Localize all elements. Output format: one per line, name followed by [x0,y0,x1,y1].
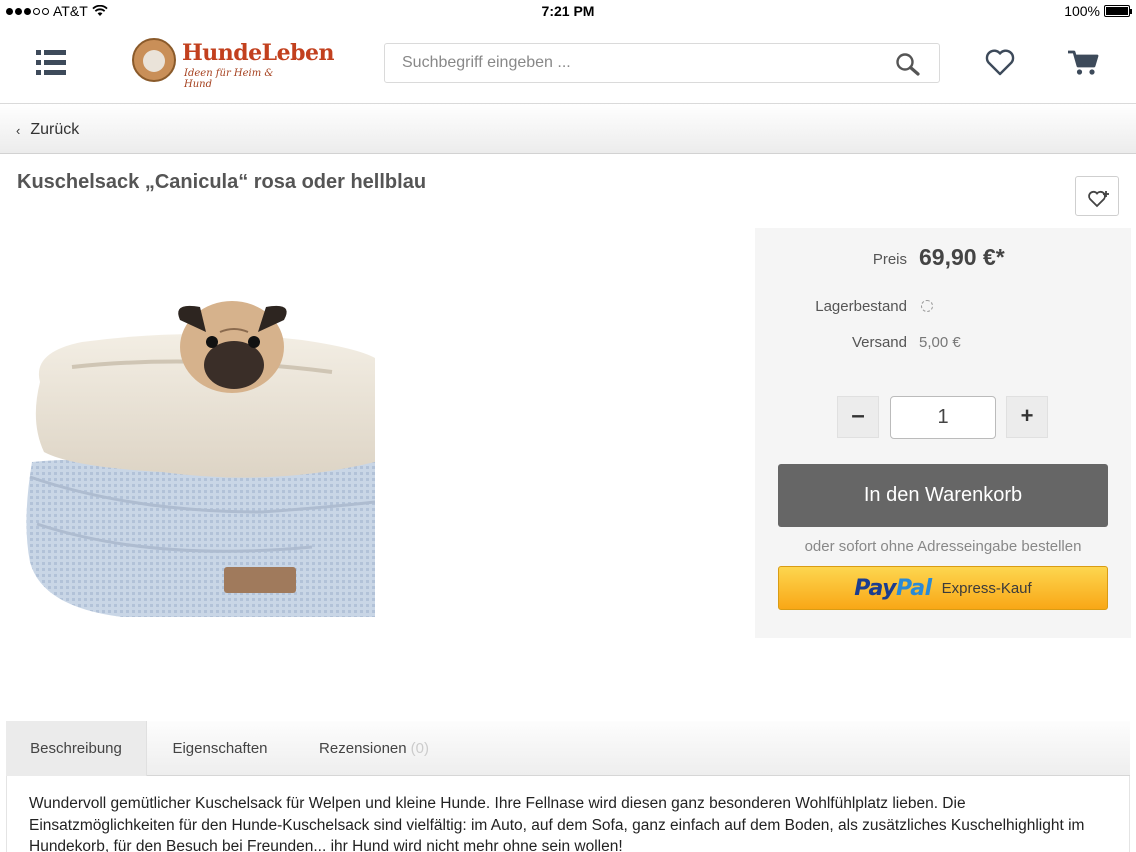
tab-rezensionen[interactable]: Rezensionen (0) [294,721,454,776]
logo-dog-icon [132,38,176,82]
site-logo[interactable]: HundeLeben Ideen für Heim & Hund [132,38,335,90]
buy-box: Preis 69,90 €* Lagerbestand Versand 5,00… [755,228,1131,638]
price-value: 69,90 €* [919,244,1005,270]
heart-plus-icon [1088,190,1109,208]
product-tabs: Beschreibung Eigenschaften Rezensionen (0… [6,721,1130,776]
stock-status-icon [921,300,933,312]
shipping-label: Versand [851,334,907,351]
battery-icon [1104,5,1132,17]
back-label: Zurück [30,121,80,138]
battery-percent: 100% [1064,3,1100,19]
tab-eigenschaften[interactable]: Eigenschaften [148,721,292,776]
tab-beschreibung[interactable]: Beschreibung [6,721,147,776]
shipping-value: 5,00 € [919,334,961,351]
paypal-express-label: Express-Kauf [941,579,1032,597]
price-label: Preis [872,251,907,268]
paypal-express-button[interactable]: PayPal Express-Kauf [778,566,1108,610]
quantity-input[interactable]: 1 [890,396,996,439]
stock-label: Lagerbestand [815,298,907,315]
description-text: Wundervoll gemütlicher Kuschelsack für W… [6,776,1130,852]
clock: 7:21 PM [541,3,595,19]
site-header: HundeLeben Ideen für Heim & Hund [0,24,1136,104]
battery-group: 100% [1064,3,1132,19]
back-link[interactable]: ‹ Zurück [16,121,79,139]
review-count: (0) [410,740,429,757]
product-image[interactable] [12,262,375,652]
quantity-increase-button[interactable]: + [1006,396,1048,438]
tab-rezensionen-label: Rezensionen [319,740,407,757]
logo-name: HundeLeben [182,40,335,66]
add-to-wishlist-button[interactable] [1075,176,1119,216]
search-input[interactable] [385,44,875,82]
menu-button[interactable] [36,50,66,76]
product-title: Kuschelsack „Canicula“ rosa oder hellbla… [17,171,427,193]
search-box [384,43,940,83]
cart-icon[interactable] [1066,46,1100,78]
search-icon[interactable] [895,52,921,76]
back-bar: ‹ Zurück [0,104,1136,154]
express-checkout-note: oder sofort ohne Adresseingabe bestellen [804,538,1082,555]
add-to-cart-button[interactable]: In den Warenkorb [778,464,1108,527]
heart-icon[interactable] [984,46,1016,78]
chevron-left-icon: ‹ [16,122,21,138]
logo-tagline: Ideen für Heim & Hund [184,68,274,90]
paypal-logo: PayPal [854,575,932,601]
quantity-decrease-button[interactable]: – [837,396,879,438]
status-bar: AT&T 7:21 PM 100% [0,0,1136,22]
